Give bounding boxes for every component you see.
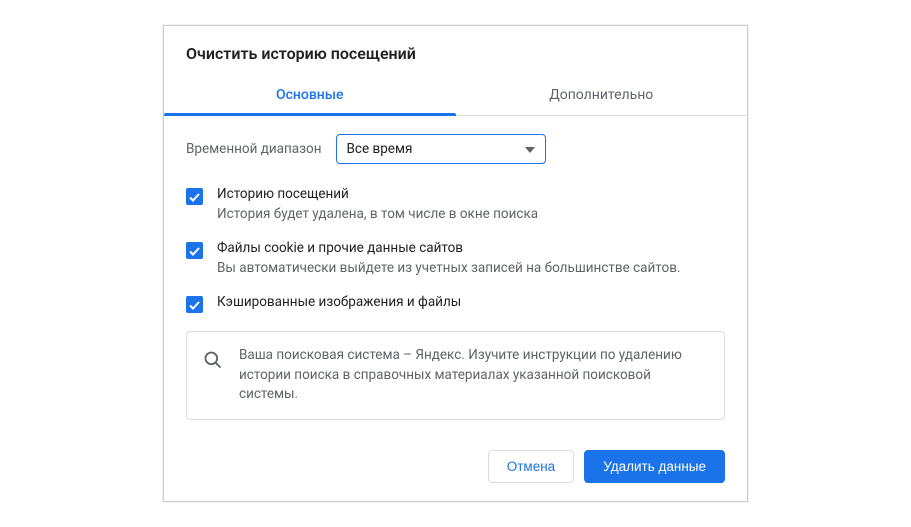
- check-icon: [189, 295, 200, 314]
- time-range-select[interactable]: Все время: [336, 134, 546, 164]
- check-icon: [189, 187, 200, 206]
- option-texts: Файлы cookie и прочие данные сайтов Вы а…: [217, 240, 681, 276]
- tab-advanced[interactable]: Дополнительно: [456, 77, 748, 115]
- tab-basic-label: Основные: [276, 87, 344, 103]
- checkbox-cache[interactable]: [186, 296, 203, 313]
- option-browsing-history: Историю посещений История будет удалена,…: [186, 186, 725, 222]
- option-cookies: Файлы cookie и прочие данные сайтов Вы а…: [186, 240, 725, 276]
- time-range-value: Все время: [347, 141, 413, 157]
- clear-data-button[interactable]: Удалить данные: [584, 450, 725, 483]
- option-title: Файлы cookie и прочие данные сайтов: [217, 240, 681, 256]
- dialog-content: Временной диапазон Все время Историю пос…: [164, 116, 747, 436]
- option-texts: Историю посещений История будет удалена,…: [217, 186, 538, 222]
- dialog-footer: Отмена Удалить данные: [164, 436, 747, 501]
- checkbox-browsing-history[interactable]: [186, 188, 203, 205]
- option-title: Кэшированные изображения и файлы: [217, 294, 461, 310]
- tabs: Основные Дополнительно: [164, 77, 747, 116]
- option-title: Историю посещений: [217, 186, 538, 202]
- tab-basic[interactable]: Основные: [164, 77, 456, 115]
- dialog-title: Очистить историю посещений: [164, 26, 747, 77]
- option-desc: История будет удалена, в том числе в окн…: [217, 206, 538, 222]
- time-range-row: Временной диапазон Все время: [186, 134, 725, 164]
- option-texts: Кэшированные изображения и файлы: [217, 294, 461, 310]
- option-desc: Вы автоматически выйдете из учетных запи…: [217, 260, 681, 276]
- cancel-button[interactable]: Отмена: [488, 450, 574, 483]
- info-text: Ваша поисковая система – Яндекс. Изучите…: [239, 346, 708, 405]
- time-range-label: Временной диапазон: [186, 141, 322, 157]
- search-engine-info: Ваша поисковая система – Яндекс. Изучите…: [186, 331, 725, 420]
- search-icon: [203, 350, 223, 374]
- chevron-down-icon: [525, 141, 535, 157]
- tab-advanced-label: Дополнительно: [549, 87, 653, 103]
- check-icon: [189, 241, 200, 260]
- checkbox-cookies[interactable]: [186, 242, 203, 259]
- clear-history-dialog: Очистить историю посещений Основные Допо…: [163, 25, 748, 502]
- option-cache: Кэшированные изображения и файлы: [186, 294, 725, 313]
